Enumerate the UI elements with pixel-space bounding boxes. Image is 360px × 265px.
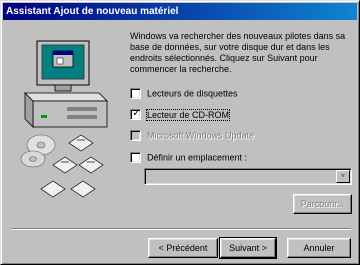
windows-update-option[interactable]: Microsoft Windows Update (130, 129, 255, 142)
title-bar[interactable]: Assistant Ajout de nouveau matériel (3, 3, 357, 20)
computer-cd-illustration (20, 40, 108, 198)
browse-button[interactable]: Parcourir... (293, 194, 352, 214)
dropdown-arrow-icon[interactable]: ▼ (336, 170, 350, 183)
wizard-window: Assistant Ajout de nouveau matériel Wind… (0, 0, 360, 265)
floppy-checkbox[interactable] (130, 88, 141, 100)
location-combobox[interactable]: ▼ (144, 168, 352, 185)
instruction-text: Windows va rechercher des nouveaux pilot… (130, 31, 346, 74)
cdrom-option[interactable]: ✓ Lecteur de CD-ROM (130, 108, 231, 121)
location-option[interactable]: Définir un emplacement : (130, 151, 248, 164)
cancel-button[interactable]: Annuler (287, 238, 351, 258)
floppy-option[interactable]: Lecteurs de disquettes (130, 87, 238, 100)
next-button[interactable]: Suivant > (219, 237, 277, 259)
floppy-label: Lecteurs de disquettes (147, 88, 238, 99)
check-icon: ✓ (132, 108, 141, 120)
windows-update-checkbox[interactable] (130, 130, 141, 142)
back-button[interactable]: < Précédent (148, 238, 218, 258)
cdrom-label: Lecteur de CD-ROM (145, 108, 231, 121)
location-label: Définir un emplacement : (147, 152, 248, 163)
cdrom-checkbox[interactable]: ✓ (130, 108, 141, 121)
windows-update-label: Microsoft Windows Update (147, 130, 255, 141)
location-checkbox[interactable] (130, 152, 141, 164)
separator (11, 228, 351, 230)
